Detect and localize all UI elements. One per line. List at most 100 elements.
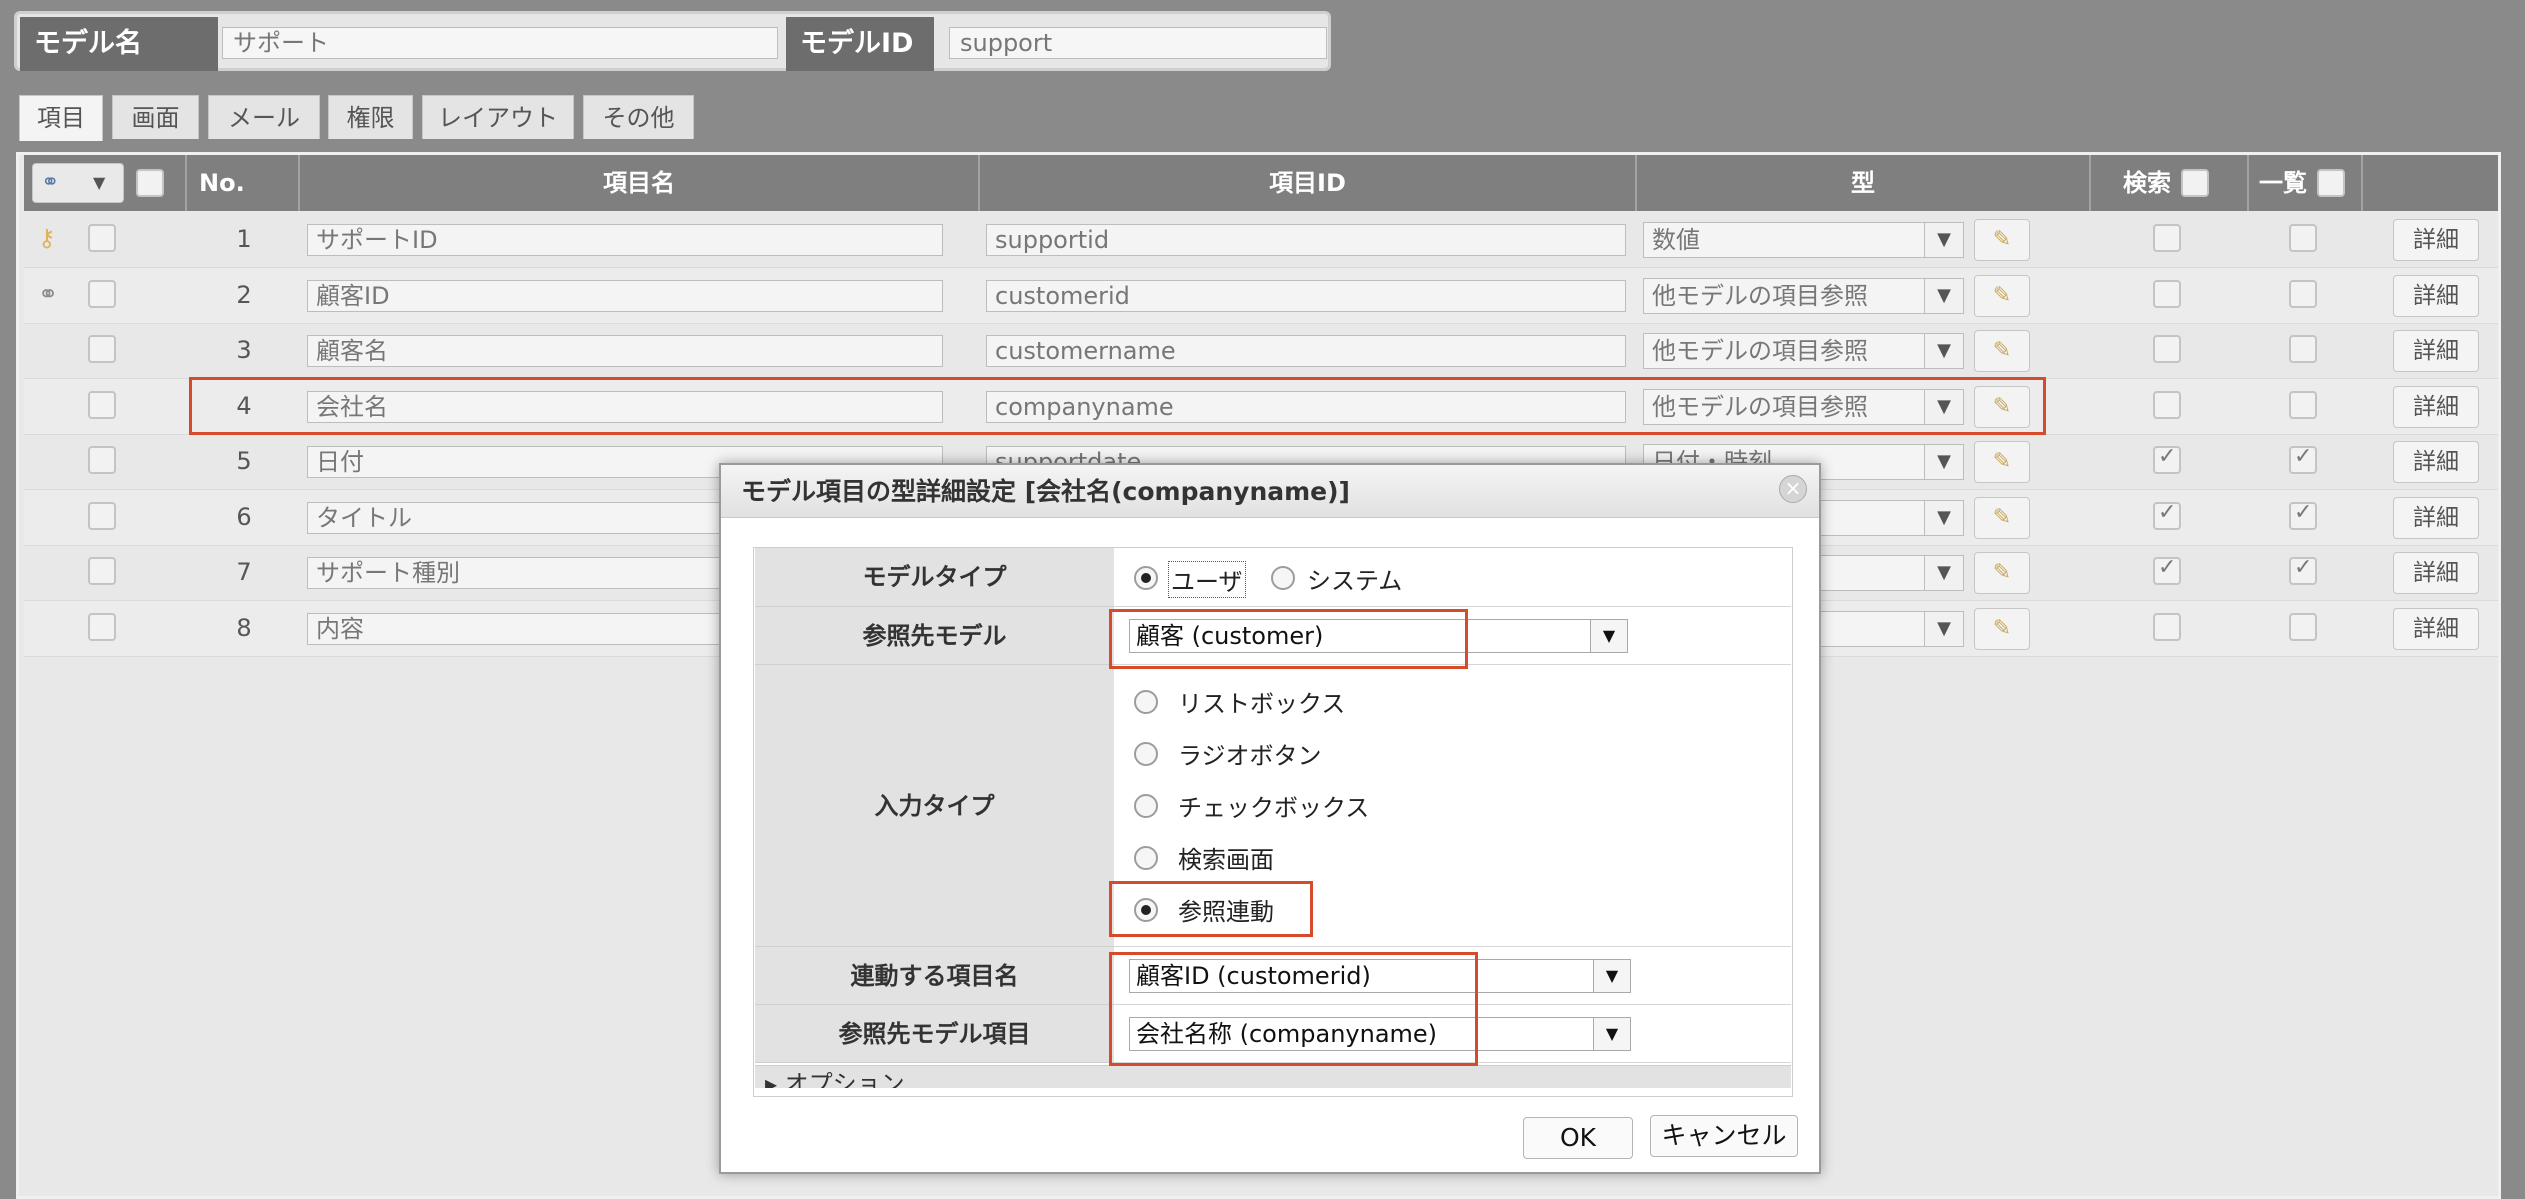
list-checkbox[interactable] <box>2289 613 2317 641</box>
input-type-listbox-radio[interactable] <box>1134 690 1158 714</box>
detail-button[interactable]: 詳細 <box>2393 219 2479 261</box>
chevron-down-icon[interactable]: ▼ <box>1924 555 1964 591</box>
tab-other[interactable]: その他 <box>583 95 694 139</box>
model-type-user-label[interactable]: ユーザ <box>1168 561 1246 598</box>
detail-button[interactable]: 詳細 <box>2393 497 2479 539</box>
column-search: 検索 <box>2091 155 2249 211</box>
item-id-input[interactable]: supportid <box>986 224 1626 256</box>
input-type-checkbox-radio[interactable] <box>1134 794 1158 818</box>
search-checkbox[interactable] <box>2153 224 2181 252</box>
model-name-label: モデル名 <box>20 17 218 71</box>
model-id-input[interactable]: support <box>949 27 1327 59</box>
row-select-checkbox[interactable] <box>88 335 116 363</box>
row-select-checkbox[interactable] <box>88 502 116 530</box>
row-select-checkbox[interactable] <box>88 280 116 308</box>
edit-type-icon[interactable]: ✎ <box>1974 552 2030 594</box>
search-checkbox[interactable] <box>2153 444 2181 474</box>
search-all-checkbox[interactable] <box>2181 169 2209 197</box>
chevron-down-icon[interactable]: ▼ <box>1593 1017 1631 1051</box>
list-checkbox[interactable] <box>2289 280 2317 308</box>
row-number: 3 <box>236 336 252 364</box>
detail-button[interactable]: 詳細 <box>2393 441 2479 483</box>
list-checkbox[interactable] <box>2289 391 2317 419</box>
model-type-system-radio[interactable] <box>1271 566 1295 590</box>
cancel-button[interactable]: キャンセル <box>1650 1115 1798 1157</box>
chevron-down-icon[interactable]: ▼ <box>1590 619 1628 653</box>
bulk-action-dropdown[interactable]: ⚭ ▼ <box>32 163 124 203</box>
row-select-checkbox[interactable] <box>88 446 116 474</box>
search-checkbox[interactable] <box>2153 555 2181 585</box>
input-type-search-label[interactable]: 検索画面 <box>1178 840 1274 875</box>
edit-type-icon[interactable]: ✎ <box>1974 330 2030 372</box>
input-type-listbox-label[interactable]: リストボックス <box>1178 684 1345 719</box>
input-type-radiobutton-label[interactable]: ラジオボタン <box>1178 736 1322 771</box>
row-number: 5 <box>236 447 252 475</box>
chevron-down-icon[interactable]: ▼ <box>1924 278 1964 314</box>
chevron-down-icon[interactable]: ▼ <box>1593 959 1631 993</box>
item-id-input[interactable]: customername <box>986 335 1626 367</box>
tab-screen[interactable]: 画面 <box>112 95 199 139</box>
detail-button[interactable]: 詳細 <box>2393 275 2479 317</box>
tab-layout[interactable]: レイアウト <box>422 95 574 139</box>
list-checkbox[interactable] <box>2289 224 2317 252</box>
row-select-checkbox[interactable] <box>88 391 116 419</box>
search-checkbox[interactable] <box>2153 335 2181 363</box>
edit-type-icon[interactable]: ✎ <box>1974 441 2030 483</box>
ok-button[interactable]: OK <box>1523 1117 1633 1159</box>
row-select-checkbox[interactable] <box>88 224 116 252</box>
select-all-checkbox[interactable] <box>136 169 164 197</box>
options-section[interactable]: ▸ オプション <box>755 1065 1791 1088</box>
list-checkbox[interactable] <box>2289 335 2317 363</box>
type-select[interactable]: 他モデルの項目参照 <box>1643 333 1925 369</box>
edit-type-icon[interactable]: ✎ <box>1974 275 2030 317</box>
search-checkbox[interactable] <box>2153 280 2181 308</box>
chevron-down-icon[interactable]: ▼ <box>1924 500 1964 536</box>
detail-button[interactable]: 詳細 <box>2393 608 2479 650</box>
model-name-input[interactable]: サポート <box>222 27 778 59</box>
type-select[interactable]: 数値 <box>1643 222 1925 258</box>
input-type-checkbox-label[interactable]: チェックボックス <box>1178 788 1369 823</box>
search-checkbox[interactable] <box>2153 500 2181 530</box>
column-list-label: 一覧 <box>2259 169 2307 197</box>
detail-button[interactable]: 詳細 <box>2393 330 2479 372</box>
input-type-radiobutton-radio[interactable] <box>1134 742 1158 766</box>
link-icon: ⚭ <box>38 280 59 308</box>
tab-permission[interactable]: 権限 <box>328 95 413 139</box>
chevron-down-icon[interactable]: ▼ <box>1924 444 1964 480</box>
item-name-input[interactable]: サポートID <box>307 224 943 256</box>
row-select-checkbox[interactable] <box>88 613 116 641</box>
bulk-action-header: ⚭ ▼ <box>24 155 187 211</box>
chevron-down-icon[interactable]: ▼ <box>1924 222 1964 258</box>
row-number: 8 <box>236 614 252 642</box>
item-name-input[interactable]: 顧客ID <box>307 280 943 312</box>
model-type-user-radio[interactable] <box>1134 566 1158 590</box>
edit-type-icon[interactable]: ✎ <box>1974 497 2030 539</box>
model-type-system-label[interactable]: システム <box>1307 561 1402 596</box>
chevron-down-icon[interactable]: ▼ <box>1924 333 1964 369</box>
linked-item-label: 連動する項目名 <box>755 947 1114 1005</box>
type-select[interactable]: 他モデルの項目参照 <box>1643 278 1925 314</box>
tab-mail[interactable]: メール <box>208 95 320 139</box>
model-type-field: ユーザ システム <box>1114 548 1791 607</box>
options-label[interactable]: ▸ オプション <box>765 1072 905 1088</box>
tab-items[interactable]: 項目 <box>19 95 103 141</box>
list-checkbox[interactable] <box>2289 555 2317 585</box>
search-checkbox[interactable] <box>2153 613 2181 641</box>
table-row: ⚷ 1 サポートID supportid 数値 ▼ ✎ 詳細 <box>24 212 2498 268</box>
close-icon[interactable]: × <box>1779 475 1807 503</box>
item-name-input[interactable]: 顧客名 <box>307 335 943 367</box>
search-checkbox[interactable] <box>2153 391 2181 419</box>
list-checkbox[interactable] <box>2289 500 2317 530</box>
table-row: ⚭ 2 顧客ID customerid 他モデルの項目参照 ▼ ✎ 詳細 <box>24 268 2498 324</box>
edit-type-icon[interactable]: ✎ <box>1974 219 2030 261</box>
list-all-checkbox[interactable] <box>2317 169 2345 197</box>
row-select-checkbox[interactable] <box>88 557 116 585</box>
edit-type-icon[interactable]: ✎ <box>1974 608 2030 650</box>
list-checkbox[interactable] <box>2289 444 2317 474</box>
highlight-ref-model <box>1109 609 1468 669</box>
detail-button[interactable]: 詳細 <box>2393 552 2479 594</box>
item-id-input[interactable]: customerid <box>986 280 1626 312</box>
input-type-search-radio[interactable] <box>1134 846 1158 870</box>
detail-button[interactable]: 詳細 <box>2393 386 2479 428</box>
chevron-down-icon[interactable]: ▼ <box>1924 611 1964 647</box>
